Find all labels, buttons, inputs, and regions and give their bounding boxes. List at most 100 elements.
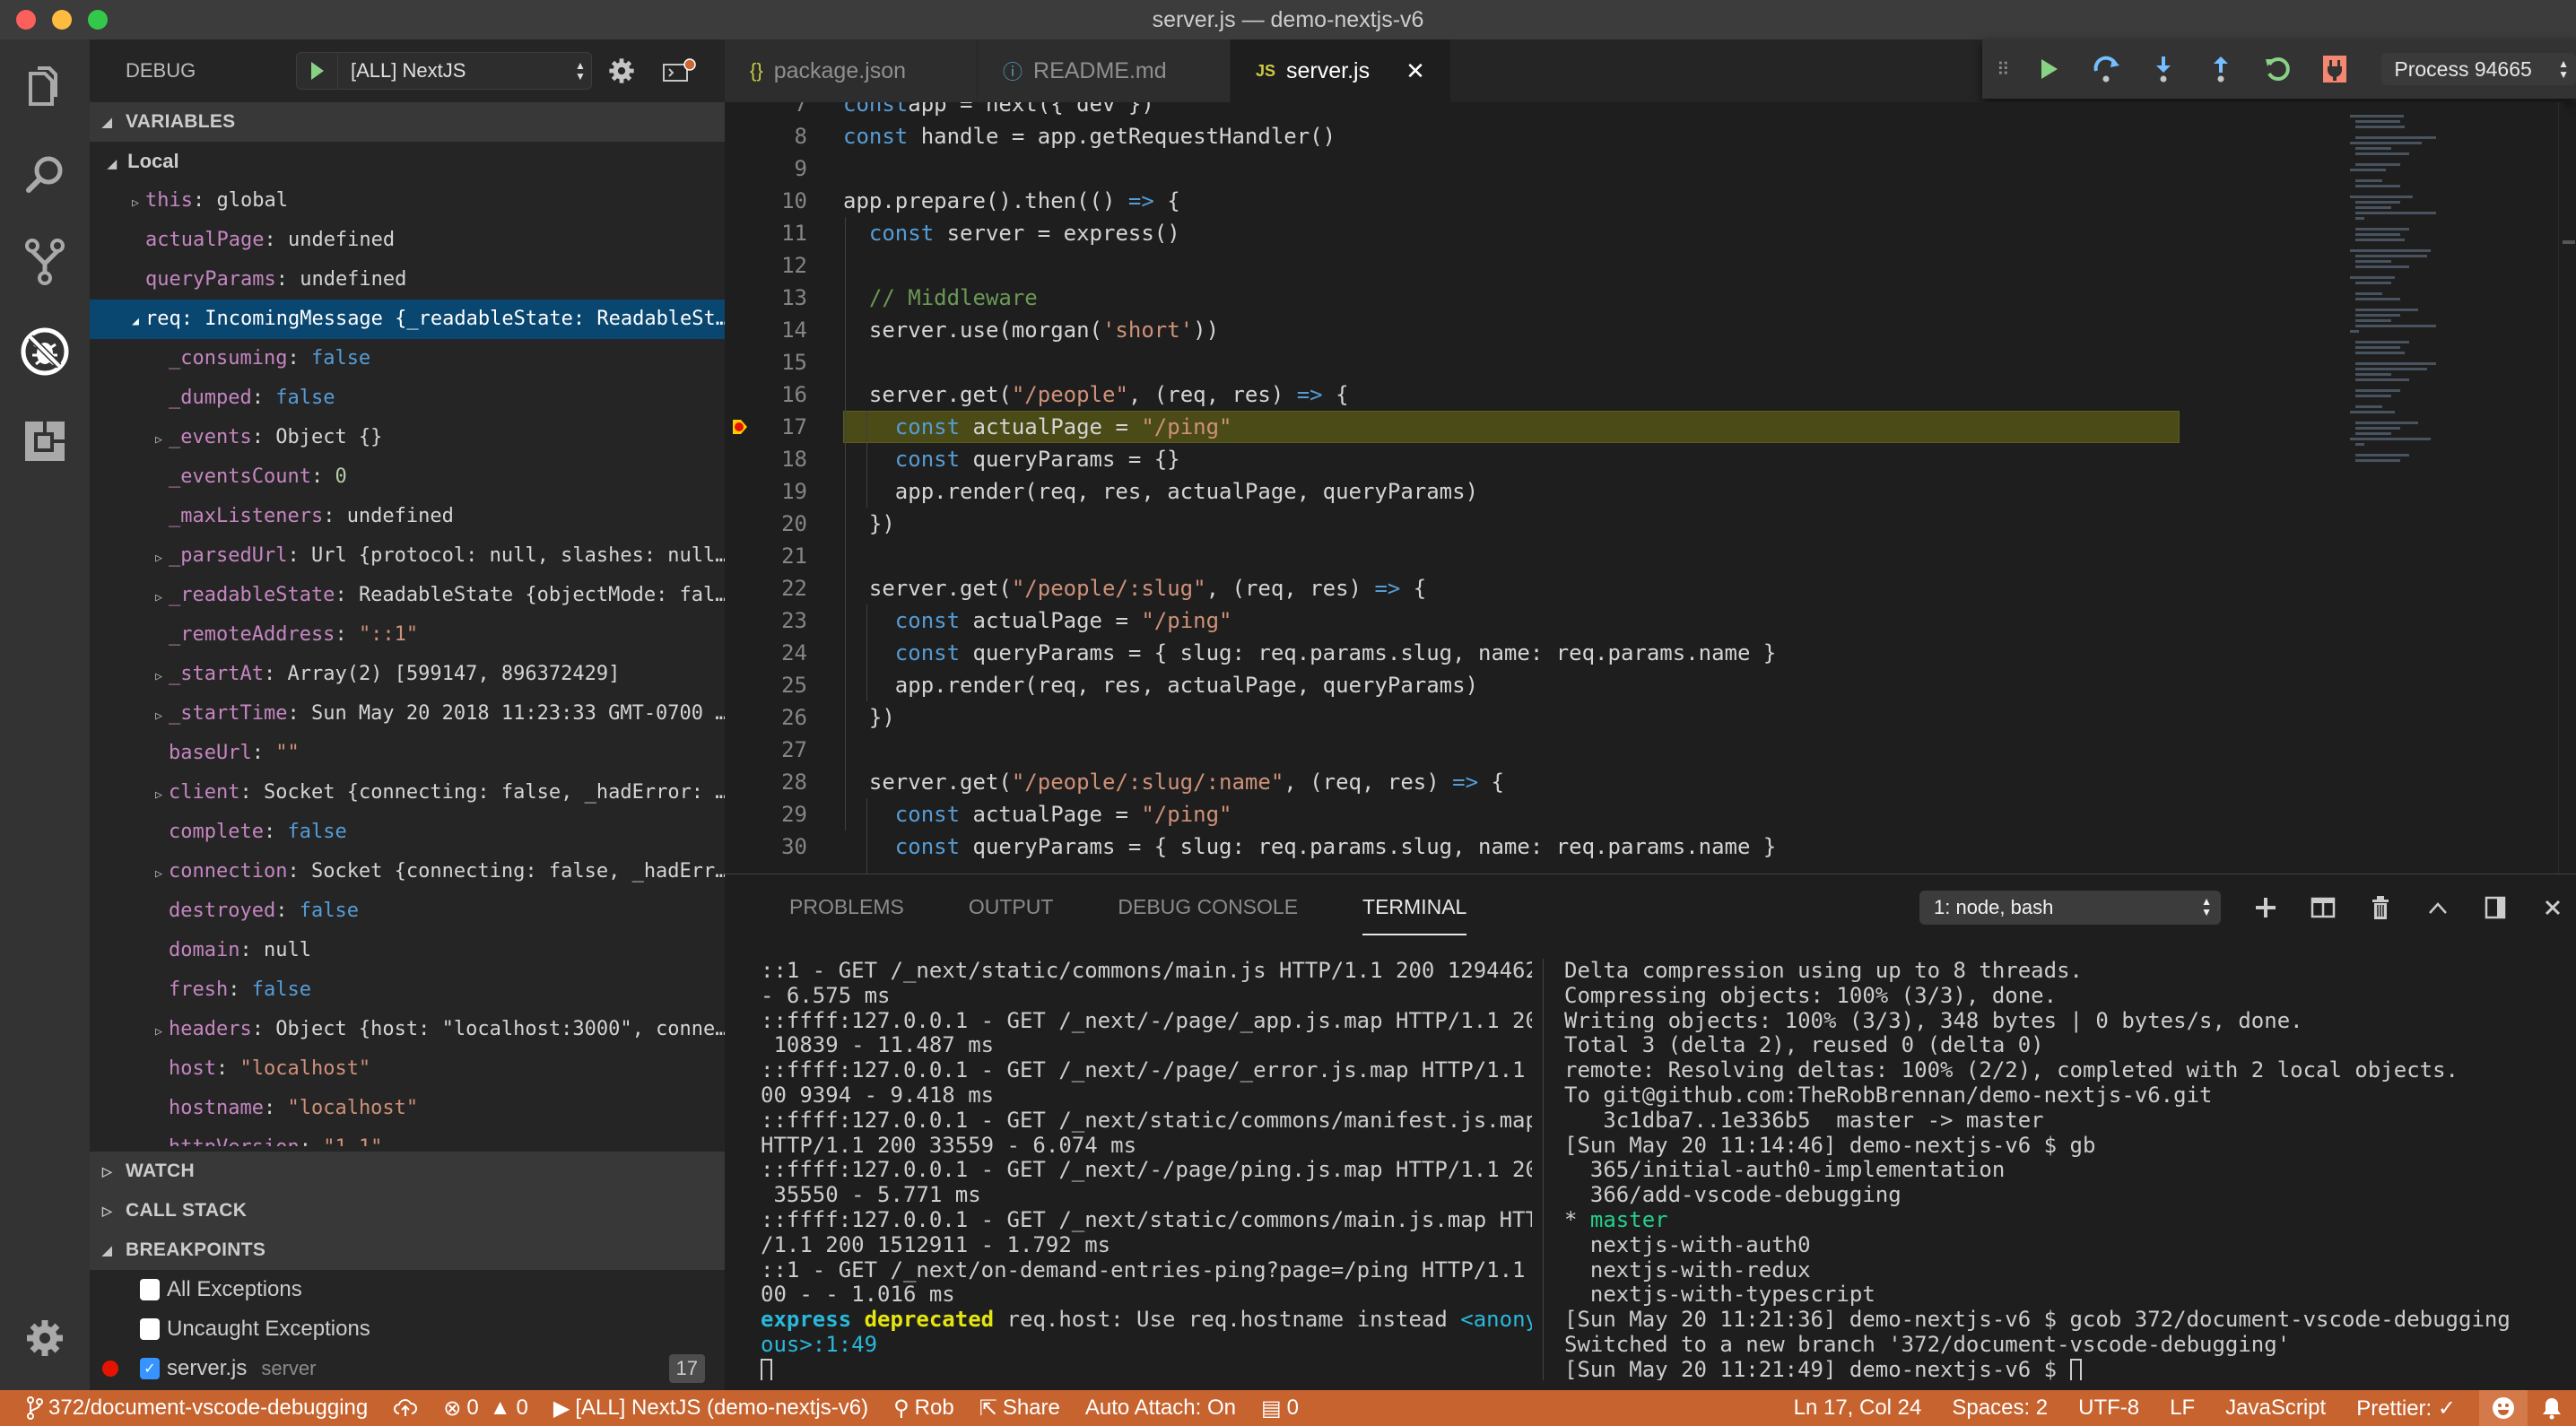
cursor-position[interactable]: Ln 17, Col 24: [1794, 1396, 1922, 1421]
variable-row[interactable]: ▷ client: Socket {connecting: false, _had…: [90, 773, 725, 813]
minimap[interactable]: [2330, 102, 2563, 874]
restart-button[interactable]: [2262, 51, 2292, 87]
variable-row[interactable]: ◢ req: IncomingMessage {_readableState: R…: [90, 300, 725, 339]
code-line[interactable]: 29 const actualPage = "/ping": [725, 798, 2330, 830]
disconnect-button[interactable]: [2319, 51, 2349, 87]
code-line[interactable]: 17 const actualPage = "/ping": [725, 411, 2330, 443]
maximize-panel-icon[interactable]: [2422, 891, 2454, 925]
variable-row[interactable]: ▷ _events: Object {}: [90, 418, 725, 457]
code-line[interactable]: 20 }): [725, 508, 2330, 540]
variable-row[interactable]: actualPage: undefined: [90, 221, 725, 260]
variable-row[interactable]: ▷ headers: Object {host: "localhost:3000"…: [90, 1010, 725, 1049]
breakpoint-paused-icon[interactable]: [732, 419, 748, 435]
scope-local[interactable]: ◢ Local: [90, 142, 725, 181]
variables-section-header[interactable]: ◢ VARIABLES: [90, 102, 725, 142]
variable-row[interactable]: _eventsCount: 0: [90, 457, 725, 497]
code-line[interactable]: 12: [725, 249, 2330, 282]
variable-row[interactable]: _consuming: false: [90, 339, 725, 378]
chevron-right-icon[interactable]: ▷: [149, 855, 169, 891]
watch-section-header[interactable]: ▷ WATCH: [90, 1152, 725, 1191]
panel-tab-output[interactable]: OUTPUT: [969, 874, 1054, 939]
variable-row[interactable]: ▷ _startTime: Sun May 20 2018 11:23:33 GM…: [90, 694, 725, 734]
code-line[interactable]: 26 }): [725, 701, 2330, 734]
problems-indicator[interactable]: ⊗ 0 ▲ 0: [443, 1396, 528, 1422]
step-into-button[interactable]: [2149, 51, 2179, 87]
variable-row[interactable]: httpVersion: "1.1": [90, 1128, 725, 1146]
gear-icon[interactable]: [20, 1313, 70, 1363]
variable-row[interactable]: ▷ _startAt: Array(2) [599147, 896372429]: [90, 655, 725, 694]
tab-server-js[interactable]: JS server.js ✕: [1231, 39, 1451, 102]
branch-indicator[interactable]: 372/document-vscode-debugging: [27, 1396, 368, 1421]
chevron-right-icon[interactable]: ▷: [149, 697, 169, 734]
code-line[interactable]: 25 app.render(req, res, actualPage, quer…: [725, 669, 2330, 701]
code-editor[interactable]: 7 constapp = next({ dev }) 8 const handle =…: [725, 102, 2330, 874]
gear-icon[interactable]: [608, 57, 635, 89]
source-control-icon[interactable]: [20, 237, 70, 287]
code-line[interactable]: 11 const server = express(): [725, 217, 2330, 249]
panel-tab-problems[interactable]: PROBLEMS: [789, 874, 904, 939]
code-line[interactable]: 28 server.get("/people/:slug/:name", (re…: [725, 766, 2330, 798]
chevron-right-icon[interactable]: ▷: [149, 421, 169, 457]
variable-row[interactable]: ▷ this: global: [90, 181, 725, 221]
variable-row[interactable]: _dumped: false: [90, 378, 725, 418]
code-line[interactable]: 16 server.get("/people", (req, res) => {: [725, 378, 2330, 411]
code-line[interactable]: 7 constapp = next({ dev }): [725, 102, 2330, 120]
code-line[interactable]: 30 const queryParams = { slug: req.param…: [725, 830, 2330, 863]
variable-row[interactable]: ▷ _parsedUrl: Url {protocol: null, slashe…: [90, 536, 725, 576]
chevron-right-icon[interactable]: ▷: [149, 1013, 169, 1049]
terminal-select[interactable]: 1: node, bash ▲ ▼: [1919, 891, 2221, 925]
breakpoint-checkbox[interactable]: [140, 1279, 160, 1300]
launch-config-select[interactable]: [ALL] NextJS ▲ ▼: [296, 52, 592, 90]
callstack-section-header[interactable]: ▷ CALL STACK: [90, 1191, 725, 1230]
continue-button[interactable]: [2035, 51, 2065, 87]
chevron-right-icon[interactable]: ▷: [149, 776, 169, 813]
tasks-indicator[interactable]: ▤ 0: [1261, 1396, 1299, 1422]
chevron-right-icon[interactable]: ▷: [149, 578, 169, 615]
close-panel-icon[interactable]: [2537, 891, 2569, 925]
breakpoint-checkbox[interactable]: [140, 1318, 160, 1340]
process-select[interactable]: Process 94665 ▲ ▼: [2381, 53, 2576, 85]
code-line[interactable]: 10 app.prepare().then(() => {: [725, 185, 2330, 217]
drag-handle-icon[interactable]: ⠿: [1997, 58, 2010, 81]
panel-position-icon[interactable]: [2479, 891, 2511, 925]
tab-readme-md[interactable]: ⓘ README.md: [978, 39, 1231, 102]
sync-button[interactable]: [393, 1398, 418, 1418]
variable-row[interactable]: domain: null: [90, 931, 725, 970]
indentation[interactable]: Spaces: 2: [1952, 1396, 2048, 1421]
prettier-status[interactable]: Prettier: ✓: [2356, 1396, 2456, 1422]
files-icon[interactable]: [20, 59, 70, 109]
tab-package-json[interactable]: {} package.json: [725, 39, 978, 102]
split-terminal-button[interactable]: [2307, 891, 2339, 925]
debug-icon[interactable]: [20, 326, 70, 377]
step-over-button[interactable]: [2092, 51, 2121, 87]
code-line[interactable]: 27: [725, 734, 2330, 766]
variable-row[interactable]: host: "localhost": [90, 1049, 725, 1089]
variable-row[interactable]: hostname: "localhost": [90, 1089, 725, 1128]
variable-row[interactable]: _remoteAddress: "::1": [90, 615, 725, 655]
chevron-right-icon[interactable]: ▷: [149, 539, 169, 576]
scrollbar-thumb[interactable]: [2563, 240, 2575, 244]
debug-target[interactable]: ▶ [ALL] NextJS (demo-nextjs-v6): [553, 1396, 868, 1422]
code-line[interactable]: 8 const handle = app.getRequestHandler(): [725, 120, 2330, 152]
code-line[interactable]: 15: [725, 346, 2330, 378]
breakpoint-checkbox[interactable]: ✓: [140, 1358, 160, 1379]
variable-row[interactable]: _maxListeners: undefined: [90, 497, 725, 536]
variable-row[interactable]: ▷ _readableState: ReadableState {objectMo…: [90, 576, 725, 615]
debug-console-icon[interactable]: [662, 57, 698, 89]
auto-attach-toggle[interactable]: Auto Attach: On: [1085, 1396, 1236, 1421]
breakpoint-item[interactable]: All Exceptions: [90, 1270, 725, 1309]
code-line[interactable]: 18 const queryParams = {}: [725, 443, 2330, 475]
code-line[interactable]: 23 const actualPage = "/ping": [725, 604, 2330, 637]
code-line[interactable]: 9: [725, 152, 2330, 185]
panel-tab-terminal[interactable]: TERMINAL: [1362, 874, 1467, 939]
breakpoint-item[interactable]: ✓ server.js server 17: [90, 1349, 725, 1388]
breakpoint-item[interactable]: Uncaught Exceptions: [90, 1309, 725, 1349]
panel-tab-debug-console[interactable]: DEBUG CONSOLE: [1118, 874, 1298, 939]
terminal-right[interactable]: Delta compression using up to 8 threads.…: [1564, 959, 2551, 1380]
variable-row[interactable]: ▷ connection: Socket {connecting: false, …: [90, 852, 725, 891]
variable-row[interactable]: destroyed: false: [90, 891, 725, 931]
language-mode[interactable]: JavaScript: [2225, 1396, 2326, 1421]
editor-scrollbar[interactable]: [2558, 102, 2576, 874]
extensions-icon[interactable]: [20, 416, 70, 466]
start-debugging-button[interactable]: [297, 53, 338, 89]
